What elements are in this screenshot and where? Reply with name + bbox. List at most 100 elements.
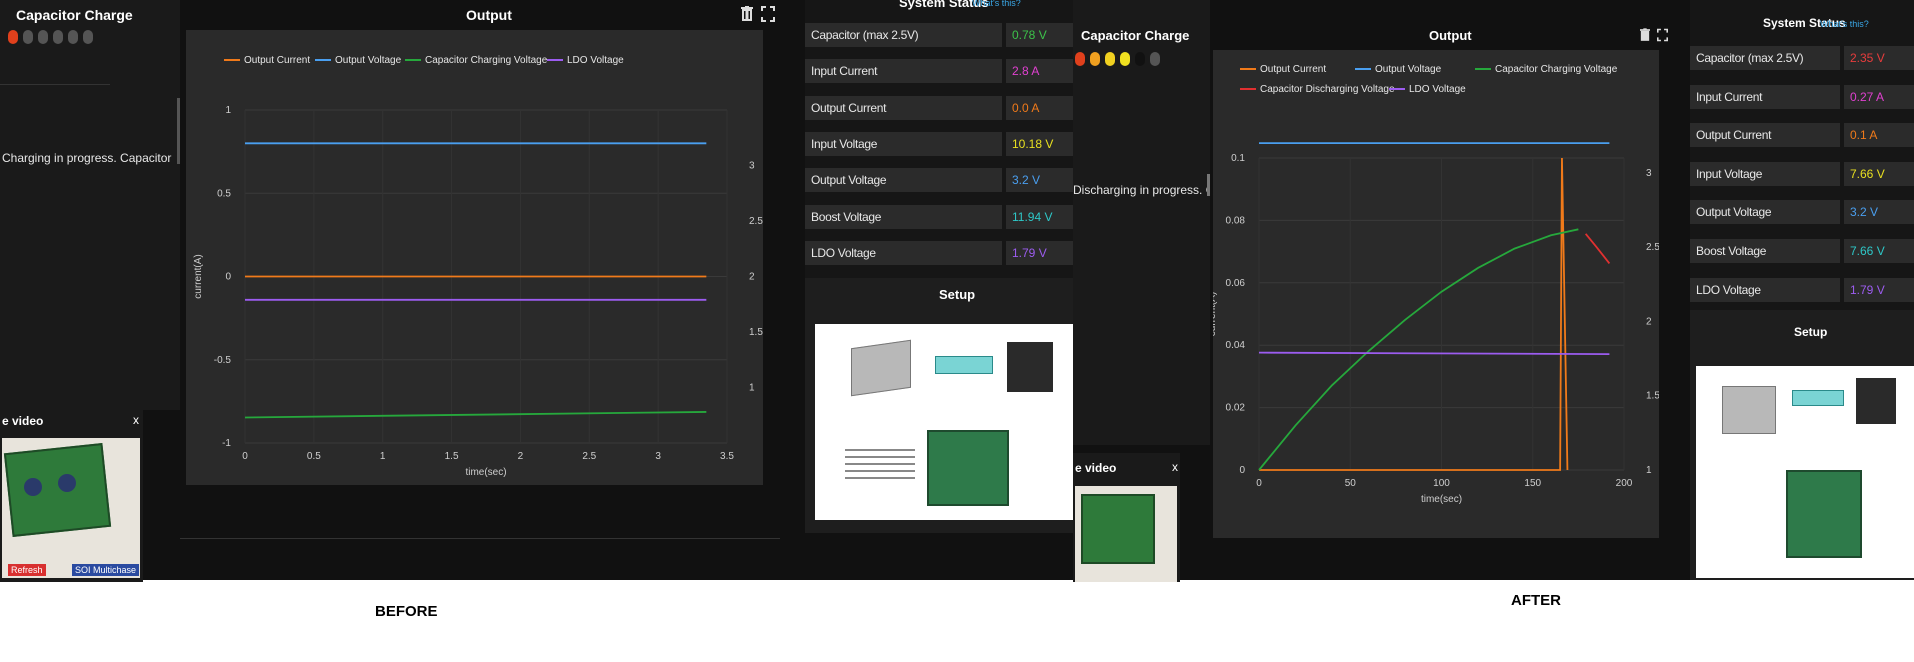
after-status-value: 0.1 A bbox=[1850, 128, 1878, 143]
before-status-label: Capacitor (max 2.5V) bbox=[811, 28, 919, 42]
after-y-tick: 0.04 bbox=[1226, 340, 1246, 351]
before-output-header: Output bbox=[180, 0, 780, 30]
before-y-tick: 1 bbox=[225, 105, 231, 116]
after-y2-tick: 3 bbox=[1646, 168, 1652, 179]
after-series-capacitor-discharging-voltage bbox=[1584, 233, 1611, 265]
after-scroll-track[interactable] bbox=[1207, 174, 1210, 196]
before-charge-title: Capacitor Charge bbox=[16, 7, 133, 23]
before-status-label: Output Current bbox=[811, 100, 887, 115]
after-y2-tick: 2.5 bbox=[1646, 242, 1659, 253]
before-status-row: Capacitor (max 2.5V) 0.78 V bbox=[805, 20, 1073, 50]
after-charge-dots bbox=[1075, 52, 1165, 71]
after-status-link[interactable]: What's this? bbox=[1820, 19, 1869, 29]
before-y2-tick: 1.5 bbox=[749, 327, 763, 338]
before-x-tick: 2.5 bbox=[582, 451, 596, 462]
after-y-axis-label: current(A) bbox=[1213, 292, 1218, 336]
before-refresh-button[interactable]: Refresh bbox=[8, 564, 46, 576]
before-legend-item[interactable]: Capacitor Charging Voltage bbox=[425, 55, 548, 66]
after-pmod-board-image bbox=[1856, 378, 1896, 424]
before-x-tick: 0 bbox=[242, 451, 248, 462]
after-status-dot-6 bbox=[1150, 52, 1160, 66]
before-setup-title: Setup bbox=[939, 287, 976, 302]
before-y-tick: 0.5 bbox=[217, 188, 231, 199]
before-x-tick: 1.5 bbox=[445, 451, 459, 462]
after-video-box: e video x bbox=[1073, 453, 1180, 582]
before-y-tick: -1 bbox=[222, 438, 231, 449]
after-setup-title: Setup bbox=[1794, 325, 1828, 339]
after-trash-icon[interactable] bbox=[1640, 28, 1650, 47]
before-output-title: Output bbox=[466, 7, 512, 23]
after-x-tick: 200 bbox=[1616, 478, 1633, 489]
before-x-tick: 3.5 bbox=[720, 451, 734, 462]
before-status-row: Output Current 0.0 A bbox=[805, 93, 1073, 123]
before-x-tick: 1 bbox=[380, 451, 386, 462]
before-legend-item[interactable]: Output Voltage bbox=[335, 55, 402, 66]
after-status-row: Output Voltage 3.2 V bbox=[1690, 197, 1914, 227]
after-y-tick: 0.02 bbox=[1226, 403, 1246, 414]
before-status-link[interactable]: What's this? bbox=[972, 0, 1021, 8]
after-legend-item[interactable]: Capacitor Discharging Voltage bbox=[1260, 84, 1395, 95]
before-status-value: 0.0 A bbox=[1012, 100, 1040, 115]
before-chart: -1 -0.5 0 0.5 1 0 0.5 1 1.5 2 2.5 3 3.5 1 1.5 2 2.5 3 time… bbox=[193, 55, 763, 478]
before-video-frame: Refresh SOI Multichase bbox=[2, 438, 140, 578]
before-video-title: e video bbox=[2, 414, 44, 428]
after-legend-item[interactable]: Output Current bbox=[1260, 64, 1326, 75]
after-status-row: LDO Voltage 1.79 V bbox=[1690, 275, 1914, 305]
after-status-row: Input Current 0.27 A bbox=[1690, 82, 1914, 112]
before-setup-panel: Setup bbox=[805, 278, 1073, 533]
before-status-label: Boost Voltage bbox=[811, 209, 882, 224]
after-status-label: Input Voltage bbox=[1696, 166, 1763, 181]
after-x-tick: 0 bbox=[1256, 478, 1262, 489]
before-status-value: 2.8 A bbox=[1012, 64, 1040, 79]
after-x-tick: 100 bbox=[1433, 478, 1450, 489]
after-y2-tick: 1.5 bbox=[1646, 391, 1659, 402]
after-y2-tick: 1 bbox=[1646, 465, 1652, 476]
before-status-row: Input Voltage 10.18 V bbox=[805, 129, 1073, 159]
after-x-tick: 150 bbox=[1524, 478, 1541, 489]
before-x-axis-label: time(sec) bbox=[465, 467, 506, 478]
after-legend-item[interactable]: Capacitor Charging Voltage bbox=[1495, 64, 1618, 75]
after-status-dot-2 bbox=[1090, 52, 1100, 66]
before-legend-item[interactable]: Output Current bbox=[244, 55, 310, 66]
after-legend-item[interactable]: Output Voltage bbox=[1375, 64, 1442, 75]
before-status-value: 10.18 V bbox=[1012, 136, 1054, 151]
before-scroll-track[interactable] bbox=[177, 98, 180, 164]
after-power-supply-image bbox=[1722, 386, 1776, 434]
after-status-row: Input Voltage 7.66 V bbox=[1690, 159, 1914, 189]
before-y2-tick: 2 bbox=[749, 272, 755, 283]
after-status-value: 0.27 A bbox=[1850, 89, 1885, 104]
after-setup-panel: Setup bbox=[1690, 310, 1914, 580]
after-controller-box bbox=[1792, 390, 1844, 406]
before-charge-panel: Capacitor Charge Charging in progress. C… bbox=[0, 0, 180, 410]
before-logo-button[interactable]: SOI Multichase bbox=[72, 564, 140, 576]
before-status-row: LDO Voltage 1.79 V bbox=[805, 238, 1073, 268]
before-status-dot-4 bbox=[53, 30, 63, 44]
before-setup-diagram bbox=[815, 324, 1073, 520]
trash-icon[interactable] bbox=[741, 6, 753, 27]
before-y-tick: 0 bbox=[225, 272, 231, 283]
expand-icon[interactable] bbox=[761, 6, 775, 27]
before-video-close[interactable]: x bbox=[133, 413, 139, 427]
before-x-tick: 2 bbox=[518, 451, 524, 462]
after-y-tick: 0.1 bbox=[1231, 153, 1245, 164]
after-video-title: e video bbox=[1075, 461, 1117, 475]
after-video-close[interactable]: x bbox=[1172, 460, 1178, 474]
after-status-panel: System Status What's this? Capacitor (ma… bbox=[1690, 0, 1914, 310]
before-y2-tick: 2.5 bbox=[749, 216, 763, 227]
before-x-tick: 0.5 bbox=[307, 451, 321, 462]
before-bottom-rule bbox=[180, 538, 780, 539]
after-series-capacitor-charging-voltage bbox=[1258, 228, 1579, 471]
after-status-value: 7.66 V bbox=[1850, 244, 1885, 258]
before-caption: BEFORE bbox=[375, 603, 438, 620]
after-caption: AFTER bbox=[1511, 592, 1561, 609]
before-status-dot-2 bbox=[23, 30, 33, 44]
after-legend-item[interactable]: LDO Voltage bbox=[1409, 84, 1466, 95]
before-legend-item[interactable]: LDO Voltage bbox=[567, 55, 624, 66]
after-status-label: Input Current bbox=[1696, 89, 1763, 104]
before-divider bbox=[0, 84, 110, 85]
after-status-value: 2.35 V bbox=[1850, 51, 1885, 65]
after-output-title: Output bbox=[1429, 28, 1472, 43]
after-board-image bbox=[1081, 494, 1155, 564]
after-expand-icon[interactable] bbox=[1657, 28, 1668, 47]
after-message: Discharging in progress. Capacitor bbox=[1073, 183, 1210, 197]
